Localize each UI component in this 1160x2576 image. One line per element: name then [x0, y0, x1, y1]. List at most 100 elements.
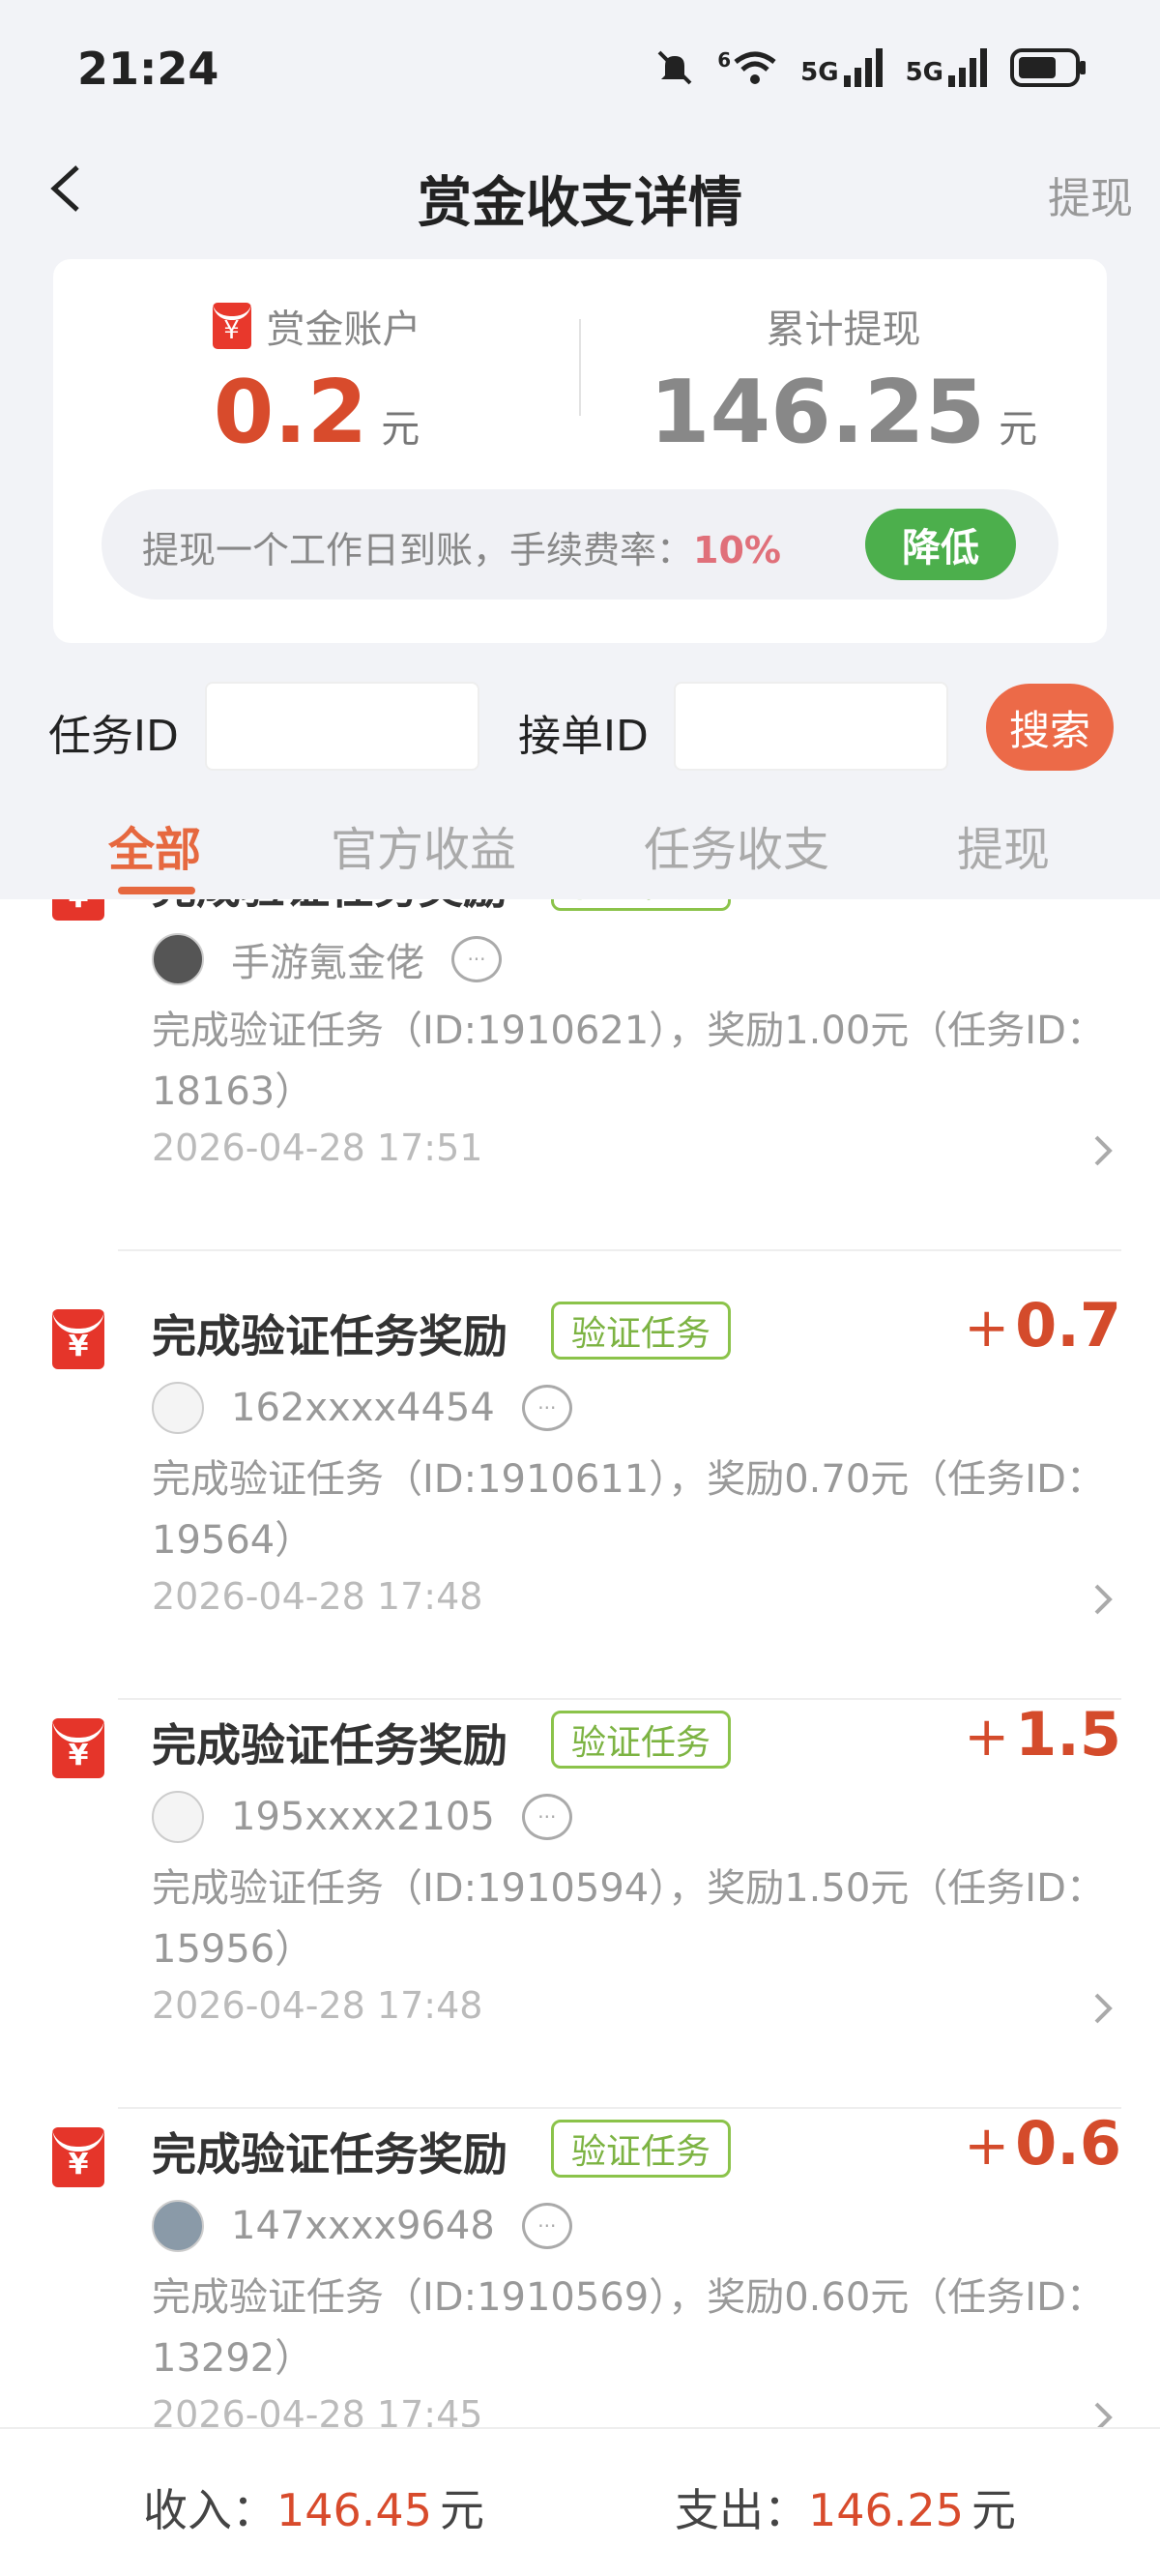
record-description: 完成验证任务（ID:1910569），奖励0.60元（任务ID：13292）: [152, 2275, 1105, 2381]
amount-value: 0.6: [1015, 2108, 1121, 2179]
amount-sign: +: [1029, 899, 1074, 911]
status-bar: 21:24 6 5G 5G: [0, 0, 1160, 140]
task-id-label: 任务ID: [48, 712, 179, 761]
income-unit: 元: [439, 2484, 484, 2536]
bounty-account: ¥ 赏金账户 0.2 元: [53, 298, 580, 463]
withdraw-link[interactable]: 提现: [1048, 163, 1133, 225]
wifi-badge: 6: [717, 48, 732, 72]
record-time: 2026-04-28 17:48: [152, 1984, 483, 2027]
expense-unit: 元: [971, 2484, 1016, 2536]
total-withdrawn-label: 累计提现: [766, 307, 921, 352]
red-packet-icon: ¥: [52, 899, 104, 921]
avatar: [152, 1382, 204, 1434]
record-user: 147xxxx9648 ···: [152, 2197, 572, 2255]
chat-bubble-icon[interactable]: ···: [521, 1385, 572, 1431]
record-time: 2026-04-28 17:45: [152, 2393, 483, 2427]
red-packet-icon: ¥: [52, 1309, 104, 1369]
expense-total: 支出：146.25 元: [675, 2475, 1016, 2539]
amount-value: 1.5: [1015, 1699, 1121, 1770]
signal-label-1: 5G: [800, 58, 839, 87]
total-withdrawn: 累计提现 146.25 元: [580, 298, 1107, 463]
chat-bubble-icon[interactable]: ···: [521, 2203, 572, 2249]
chevron-right-icon: [1094, 1584, 1113, 1615]
record-title: 完成验证任务奖励: [152, 1310, 508, 1362]
record-amount: +0.6: [964, 2108, 1121, 2179]
status-icons: 6 5G 5G: [653, 46, 1088, 89]
signal-label-2: 5G: [905, 58, 943, 87]
amount-value: 1: [1080, 899, 1121, 912]
record-list: ¥ 完成验证任务奖励 验证任务 +1 手游氪金佬 ··· 完成验证任务（ID:1…: [0, 899, 1160, 2427]
avatar: [152, 2200, 204, 2252]
reduce-fee-button[interactable]: 降低: [865, 509, 1016, 580]
record-title: 完成验证任务奖励: [152, 2128, 508, 2181]
tab-withdraw[interactable]: 提现: [957, 811, 1050, 879]
chevron-right-icon: [1094, 1993, 1113, 2024]
record-amount: +1: [1029, 899, 1121, 912]
user-name: 195xxxx2105: [231, 1795, 495, 1839]
amount-sign: +: [964, 1297, 1010, 1360]
bounty-account-label-row: ¥ 赏金账户: [53, 298, 580, 354]
wifi-icon: 6: [717, 48, 779, 87]
chat-bubble-icon[interactable]: ···: [451, 936, 502, 982]
record-tag: 验证任务: [551, 2120, 732, 2178]
red-packet-icon: ¥: [52, 2127, 104, 2187]
list-item[interactable]: ¥ 完成验证任务奖励 验证任务 +1 手游氪金佬 ··· 完成验证任务（ID:1…: [0, 899, 1160, 1251]
cell-signal-icon-2: 5G: [906, 48, 989, 87]
filter-tabs: 全部 官方收益 任务收支 提现: [0, 798, 1160, 899]
total-withdrawn-unit: 元: [999, 407, 1038, 452]
total-withdrawn-value: 146.25: [649, 362, 986, 463]
record-user: 195xxxx2105 ···: [152, 1788, 572, 1846]
bounty-account-unit: 元: [381, 407, 420, 452]
record-user: 手游氪金佬 ···: [152, 930, 502, 988]
order-id-input[interactable]: [674, 682, 948, 771]
record-title: 完成验证任务奖励: [152, 899, 508, 917]
bounty-account-value: 0.2: [213, 362, 368, 463]
tab-official-income[interactable]: 官方收益: [331, 811, 516, 879]
search-row: 任务ID 接单ID 搜索: [0, 682, 1160, 774]
fee-notice: 提现一个工作日到账，手续费率：10%: [142, 520, 781, 573]
footer-totals: 收入：146.45 元 支出：146.25 元: [0, 2427, 1160, 2576]
battery-icon: [1010, 48, 1086, 87]
record-user: 162xxxx4454 ···: [152, 1379, 572, 1437]
record-time: 2026-04-28 17:48: [152, 1575, 483, 1618]
record-tag: 验证任务: [551, 1302, 732, 1360]
avatar: [152, 1791, 204, 1843]
expense-label: 支出：: [675, 2484, 808, 2536]
fee-rate: 10%: [693, 529, 781, 571]
tab-all[interactable]: 全部: [108, 811, 201, 879]
avatar: [152, 933, 204, 985]
record-tag: 验证任务: [551, 899, 732, 911]
user-name: 162xxxx4454: [231, 1386, 495, 1430]
amount-sign: +: [964, 2115, 1010, 2178]
mute-bell-icon: [657, 50, 692, 85]
expense-value: 146.25: [808, 2484, 964, 2536]
task-id-input[interactable]: [205, 682, 479, 771]
list-item[interactable]: ¥ 完成验证任务奖励 验证任务 +1.5 195xxxx2105 ··· 完成验…: [0, 1699, 1160, 2109]
user-name: 147xxxx9648: [231, 2204, 495, 2248]
income-value: 146.45: [276, 2484, 432, 2536]
cell-signal-icon-1: 5G: [800, 48, 884, 87]
tab-task-income-expense[interactable]: 任务收支: [644, 811, 829, 879]
record-amount: +1.5: [964, 1699, 1121, 1770]
record-description: 完成验证任务（ID:1910621），奖励1.00元（任务ID：18163）: [152, 1009, 1105, 1114]
amount-value: 0.7: [1015, 1290, 1121, 1361]
record-description: 完成验证任务（ID:1910594），奖励1.50元（任务ID：15956）: [152, 1866, 1105, 1972]
nav-bar: 赏金收支详情 提现: [0, 140, 1160, 237]
record-tag: 验证任务: [551, 1711, 732, 1769]
search-button[interactable]: 搜索: [986, 684, 1114, 771]
income-label: 收入：: [143, 2484, 276, 2536]
income-total: 收入：146.45 元: [143, 2475, 484, 2539]
list-item[interactable]: ¥ 完成验证任务奖励 验证任务 +0.7 162xxxx4454 ··· 完成验…: [0, 1290, 1160, 1700]
chevron-right-icon: [1094, 2402, 1113, 2427]
page-title: 赏金收支详情: [418, 172, 742, 235]
list-item[interactable]: ¥ 完成验证任务奖励 验证任务 +0.6 147xxxx9648 ··· 完成验…: [0, 2108, 1160, 2427]
record-amount: +0.7: [964, 1290, 1121, 1361]
tab-active-indicator: [118, 887, 195, 894]
chat-bubble-icon[interactable]: ···: [521, 1794, 572, 1840]
record-description: 完成验证任务（ID:1910611），奖励0.70元（任务ID：19564）: [152, 1457, 1105, 1563]
user-name: 手游氪金佬: [231, 941, 424, 985]
amount-sign: +: [964, 1706, 1010, 1769]
record-time: 2026-04-28 17:51: [152, 1127, 483, 1169]
total-withdrawn-value-row: 146.25 元: [580, 362, 1107, 463]
fee-notice-bar: 提现一个工作日到账，手续费率：10% 降低: [102, 489, 1058, 600]
